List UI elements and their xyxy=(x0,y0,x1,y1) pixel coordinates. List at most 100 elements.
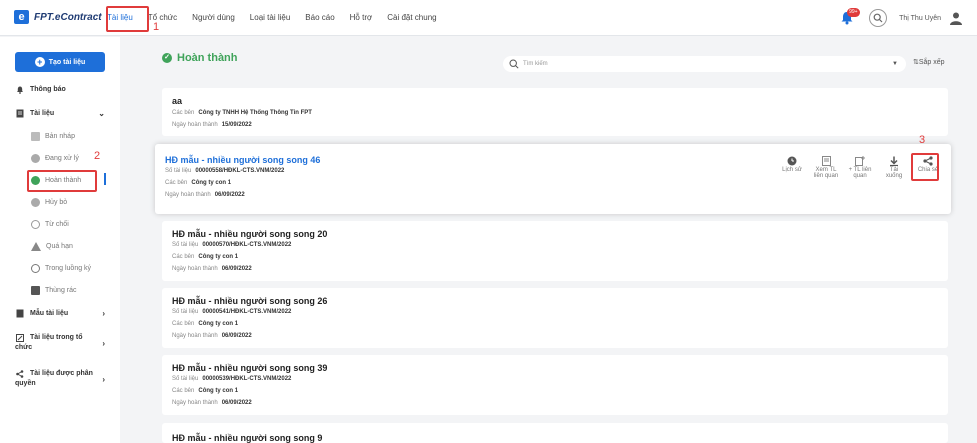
sidebar-item-rejected[interactable]: Từ chối xyxy=(31,220,69,229)
document-title[interactable]: HĐ mẫu - nhiều người song song 26 xyxy=(172,296,327,306)
search-icon xyxy=(509,59,519,69)
sidebar-item-trash[interactable]: Thùng rác xyxy=(31,286,77,295)
add-document-icon xyxy=(847,154,873,167)
page-title: ✓ Hoàn thành xyxy=(162,52,238,64)
parties-value: Công ty TNHH Hệ Thống Thông Tin FPT xyxy=(198,110,312,116)
chevron-right-icon[interactable]: › xyxy=(102,309,105,318)
download-icon xyxy=(881,154,907,167)
document-title[interactable]: HĐ mẫu - nhiều người song song 9 xyxy=(172,433,322,443)
add-related-label-2: quan xyxy=(853,173,867,179)
completed-value: 06/09/2022 xyxy=(221,266,252,272)
document-completed-date: Ngày hoàn thành 06/09/2022 xyxy=(165,192,245,198)
sidebar-label: Thông báo xyxy=(30,86,66,93)
dropdown-arrow-icon[interactable]: ▼ xyxy=(892,61,898,67)
sidebar-item-shared-documents[interactable]: Tài liệu được phân quyền › xyxy=(15,369,105,387)
history-button[interactable]: Lịch sử xyxy=(779,154,805,179)
sidebar-item-processing[interactable]: Đang xử lý xyxy=(31,154,79,163)
add-related-button[interactable]: + TL liên quan xyxy=(847,154,873,179)
parties-label: Các bên xyxy=(172,388,195,394)
sidebar-item-cancelled[interactable]: Hủy bỏ xyxy=(31,198,67,207)
chevron-right-icon[interactable]: › xyxy=(102,339,105,348)
annotation-number-3: 3 xyxy=(919,134,926,146)
annotation-box-1 xyxy=(106,6,149,32)
number-label: Số tài liệu xyxy=(172,309,199,315)
search-input[interactable]: Tìm kiếm ▼ xyxy=(503,56,906,72)
chevron-down-icon[interactable]: ⌄ xyxy=(98,109,105,118)
document-parties: Các bên Công ty con 1 xyxy=(172,321,238,327)
document-number: Số tài liệu 00000558/HĐKL-CTS.VNM/2022 xyxy=(165,168,284,174)
sidebar-label: Hủy bỏ xyxy=(45,199,68,206)
completed-label: Ngày hoàn thành xyxy=(172,266,218,272)
document-card[interactable]: HĐ mẫu - nhiều người song song 9 xyxy=(162,423,948,443)
nav-support[interactable]: Hỗ trợ xyxy=(350,0,373,36)
document-card[interactable]: HĐ mẫu - nhiều người song song 20 Số tài… xyxy=(162,221,948,281)
completed-value: 06/09/2022 xyxy=(214,192,245,198)
sidebar-item-in-signing[interactable]: Trong luồng ký xyxy=(31,264,91,273)
sidebar-label: Tài liệu trong tổ xyxy=(30,334,83,341)
search-icon xyxy=(873,13,883,23)
sidebar-item-notifications[interactable]: Thông báo xyxy=(15,85,66,94)
number-label: Số tài liệu xyxy=(172,376,199,382)
annotation-number-2: 2 xyxy=(94,150,101,162)
document-completed-date: Ngày hoàn thành 06/09/2022 xyxy=(172,400,252,406)
download-label: Tải xuống xyxy=(885,167,903,179)
document-completed-date: Ngày hoàn thành 06/09/2022 xyxy=(172,266,252,272)
notification-badge: 99+ xyxy=(847,8,860,17)
trash-icon xyxy=(31,286,40,295)
sort-button[interactable]: ⇅Sắp xếp xyxy=(913,58,945,66)
sidebar-item-overdue[interactable]: Quá hạn xyxy=(31,242,73,251)
refresh-icon xyxy=(31,264,40,273)
document-parties: Các bên Công ty con 1 xyxy=(165,180,231,186)
global-search-button[interactable] xyxy=(869,9,888,27)
document-card[interactable]: aa Các bên Công ty TNHH Hệ Thống Thông Ti… xyxy=(162,88,948,136)
document-number: Số tài liệu 00000541/HĐKL-CTS.VNM/2022 xyxy=(172,309,291,315)
completed-value: 06/09/2022 xyxy=(221,400,252,406)
sidebar-item-documents[interactable]: Tài liệu ⌄ xyxy=(15,109,105,118)
nav-settings[interactable]: Cài đặt chung xyxy=(387,0,436,36)
processing-icon xyxy=(31,154,40,163)
document-completed-date: Ngày hoàn thành 15/09/2022 xyxy=(172,122,252,128)
document-title[interactable]: HĐ mẫu - nhiều người song song 39 xyxy=(172,363,327,373)
sort-label: Sắp xếp xyxy=(918,59,945,66)
number-value: 00000558/HĐKL-CTS.VNM/2022 xyxy=(195,168,285,174)
search-placeholder: Tìm kiếm xyxy=(523,61,548,67)
sidebar-item-templates[interactable]: Mẫu tài liệu › xyxy=(15,309,105,318)
number-value: 00000539/HĐKL-CTS.VNM/2022 xyxy=(202,376,292,382)
top-bar: e FPT.eContract Tài liệu Tổ chức Người d… xyxy=(0,0,977,36)
user-avatar-icon[interactable] xyxy=(949,11,963,25)
logo-icon: e xyxy=(14,10,29,24)
document-search-icon xyxy=(813,154,839,167)
view-related-button[interactable]: Xem TL liên quan xyxy=(813,154,839,179)
completed-value: 15/09/2022 xyxy=(221,122,252,128)
document-parties: Các bên Công ty TNHH Hệ Thống Thông Tin F… xyxy=(172,110,312,116)
ban-icon xyxy=(31,220,40,229)
sidebar-item-drafts[interactable]: Bản nháp xyxy=(31,132,75,141)
sidebar-label: Tài liệu xyxy=(30,110,55,117)
document-card[interactable]: HĐ mẫu - nhiều người song song 39 Số tài… xyxy=(162,355,948,415)
topbar-right: 99+ Thị Thu Uyên xyxy=(837,7,963,29)
document-title[interactable]: HĐ mẫu - nhiều người song song 20 xyxy=(172,229,327,239)
document-title[interactable]: aa xyxy=(172,96,182,106)
parties-label: Các bên xyxy=(165,180,188,186)
number-value: 00000541/HĐKL-CTS.VNM/2022 xyxy=(202,309,292,315)
nav-reports[interactable]: Báo cáo xyxy=(305,0,334,36)
chevron-right-icon[interactable]: › xyxy=(102,375,105,384)
download-button[interactable]: Tải xuống xyxy=(881,154,907,179)
create-document-button[interactable]: + Tạo tài liệu xyxy=(15,52,105,72)
notification-button[interactable]: 99+ xyxy=(837,7,860,29)
document-card[interactable]: HĐ mẫu - nhiều người song song 46 Số tài… xyxy=(155,144,951,214)
cancel-icon xyxy=(31,198,40,207)
app-logo[interactable]: e FPT.eContract xyxy=(14,10,102,24)
parties-label: Các bên xyxy=(172,254,195,260)
completed-label: Ngày hoàn thành xyxy=(172,122,218,128)
number-label: Số tài liệu xyxy=(165,168,192,174)
user-name[interactable]: Thị Thu Uyên xyxy=(899,15,941,22)
nav-users[interactable]: Người dùng xyxy=(192,0,235,36)
completed-label: Ngày hoàn thành xyxy=(172,400,218,406)
sidebar-label: Bản nháp xyxy=(45,133,75,140)
active-indicator xyxy=(104,173,106,185)
document-title[interactable]: HĐ mẫu - nhiều người song song 46 xyxy=(165,155,320,165)
document-card[interactable]: HĐ mẫu - nhiều người song song 26 Số tài… xyxy=(162,288,948,348)
nav-document-types[interactable]: Loại tài liệu xyxy=(250,0,290,36)
sidebar-item-org-documents[interactable]: Tài liệu trong tổ chức › xyxy=(15,333,105,351)
